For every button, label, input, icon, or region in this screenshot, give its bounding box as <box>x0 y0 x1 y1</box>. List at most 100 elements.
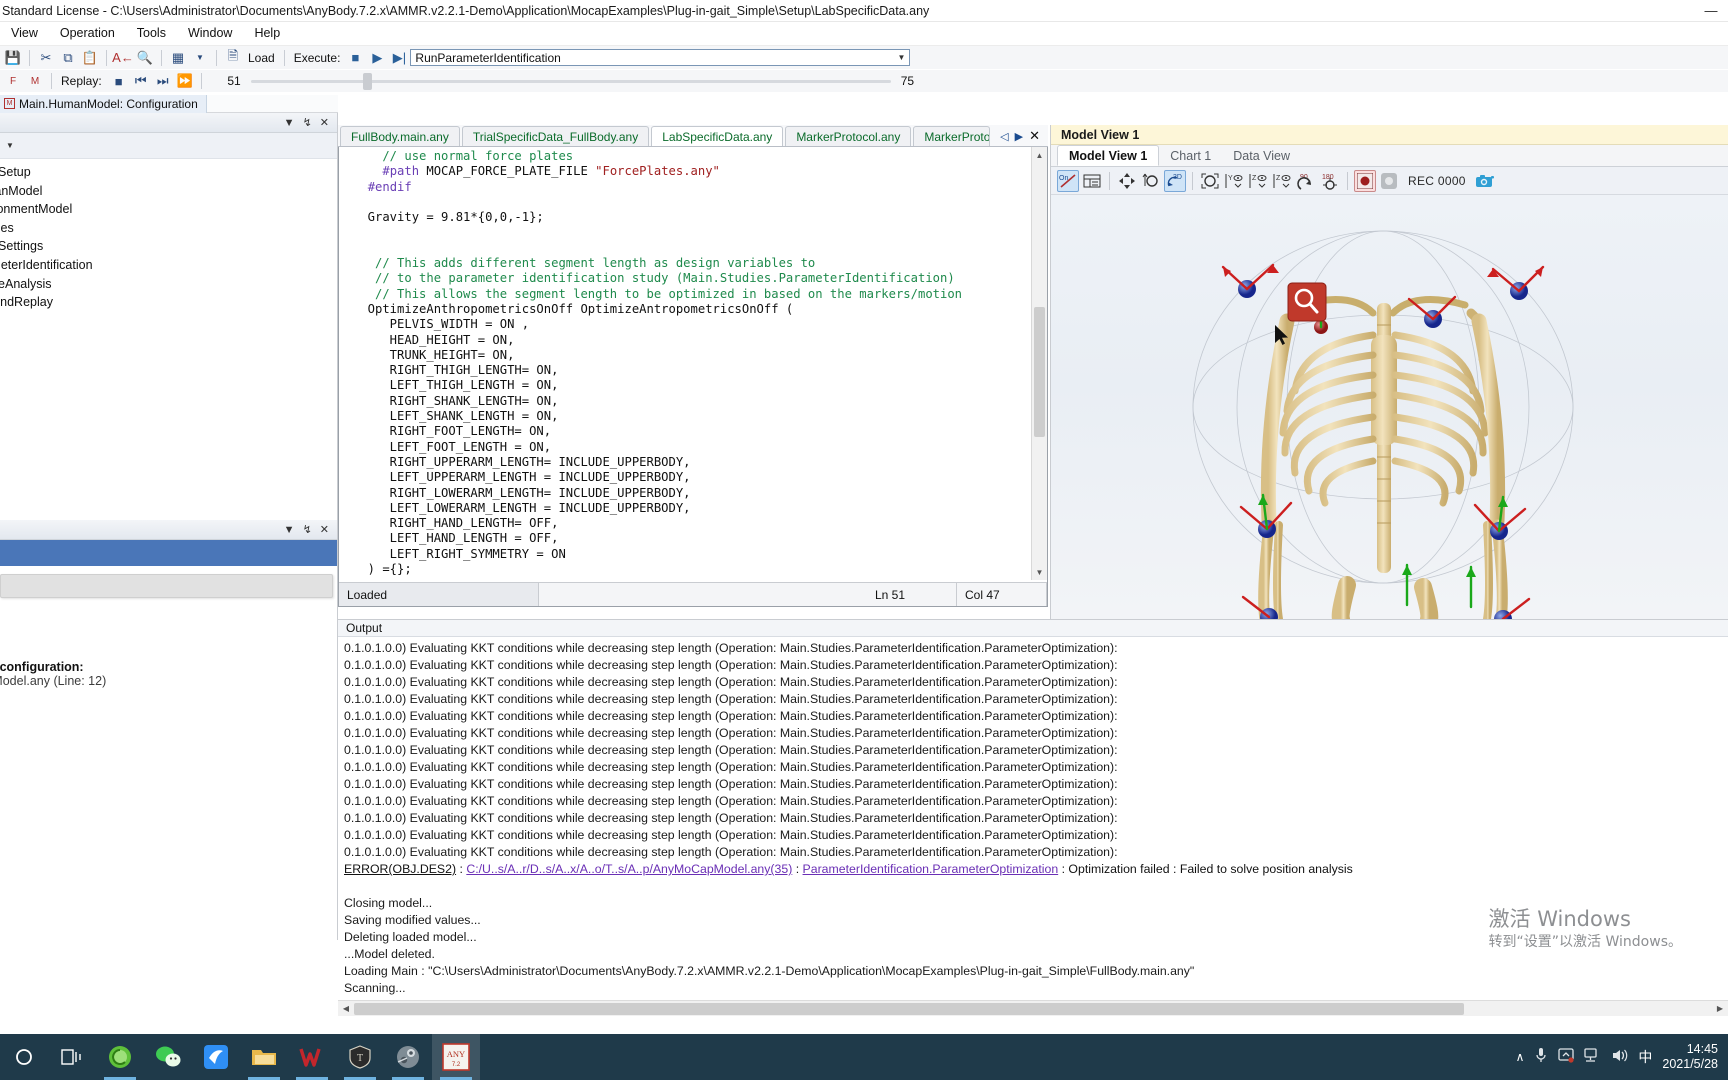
tab-prev-icon[interactable]: ◁ <box>1000 130 1008 143</box>
scroll-left-icon[interactable]: ◀ <box>338 1004 354 1013</box>
step-execute-icon[interactable]: ▶| <box>389 48 409 68</box>
tab-close-icon[interactable]: ✕ <box>1029 128 1040 144</box>
tab-next-icon[interactable]: ▶ <box>1015 130 1023 143</box>
load-button[interactable]: Load <box>244 51 279 65</box>
tab-data-view[interactable]: Data View <box>1222 145 1301 166</box>
message-search-input[interactable] <box>0 574 333 598</box>
rotate-3d-icon[interactable]: 3D <box>1164 169 1186 192</box>
volume-icon[interactable] <box>1611 1048 1628 1066</box>
replay-slider[interactable] <box>250 72 891 90</box>
zoom-select-icon[interactable] <box>1140 170 1162 192</box>
tree-dropdown-icon[interactable]: ▼ <box>6 141 14 150</box>
output-log[interactable]: 0.1.0.1.0.0) Evaluating KKT conditions w… <box>338 637 1728 1000</box>
scroll-down-icon[interactable]: ▼ <box>1032 564 1047 580</box>
tree-item-load-and-replay[interactable]: LoadAndReplay <box>0 295 337 314</box>
execute-operation-combobox[interactable]: RunParameterIdentification ▼ <box>410 49 911 66</box>
minimize-button[interactable]: — <box>1694 0 1728 22</box>
network-icon[interactable] <box>1584 1048 1601 1066</box>
scrollbar-thumb[interactable] <box>1034 307 1045 437</box>
tray-chevron-icon[interactable]: ∧ <box>1516 1050 1525 1064</box>
replay-prev-icon[interactable]: ⏮ <box>131 71 151 91</box>
output-error-line[interactable]: ERROR(OBJ.DES2) : C:/U..s/A..r/D..s/A..x… <box>344 861 1728 878</box>
editor-tab-marker-protocol[interactable]: MarkerProtocol.any <box>785 126 912 146</box>
run-execute-icon[interactable]: ▶ <box>367 48 387 68</box>
menu-item-view[interactable]: View <box>0 24 49 42</box>
copy-icon[interactable]: ⧉ <box>58 48 78 68</box>
start-cortana-icon[interactable] <box>0 1034 48 1080</box>
message-selected-row[interactable] <box>0 540 337 566</box>
source-code[interactable]: // use normal force plates #path MOCAP_F… <box>353 149 1031 577</box>
dove-app-icon[interactable] <box>192 1034 240 1080</box>
view-y-axis-icon[interactable]: Y <box>1223 170 1245 192</box>
camera-icon[interactable] <box>1474 170 1496 192</box>
properties-list-icon[interactable] <box>1081 170 1103 192</box>
code-area[interactable]: // use normal force plates #path MOCAP_F… <box>338 147 1048 607</box>
scrollbar-thumb[interactable] <box>354 1002 1464 1015</box>
collapse-icon[interactable]: ▼ <box>284 117 295 129</box>
force-display-icon[interactable]: F <box>3 71 23 91</box>
tree-item-model-setup[interactable]: ModelSetup <box>0 165 337 184</box>
wechat-icon[interactable] <box>144 1034 192 1080</box>
cut-icon[interactable]: ✂ <box>36 48 56 68</box>
screen-share-icon[interactable] <box>1558 1048 1575 1066</box>
browser-360-icon[interactable] <box>96 1034 144 1080</box>
pan-move-icon[interactable] <box>1116 170 1138 192</box>
pin-icon[interactable]: ↯ <box>303 116 312 129</box>
replay-play-icon[interactable]: ⏭ <box>153 71 173 91</box>
output-horizontal-scrollbar[interactable]: ◀ ▶ <box>338 1000 1728 1016</box>
muscle-display-icon[interactable]: M <box>25 71 45 91</box>
view-z2-axis-icon[interactable]: Z <box>1271 170 1293 192</box>
record-icon[interactable] <box>1354 169 1376 192</box>
zoom-window-icon[interactable] <box>1199 170 1221 192</box>
chevron-down-icon[interactable]: ▼ <box>897 53 905 62</box>
anybody-app-icon[interactable]: ANY 7.2 <box>432 1034 480 1080</box>
layout-dropdown-icon[interactable]: ▼ <box>190 48 210 68</box>
menu-item-operation[interactable]: Operation <box>49 24 126 42</box>
window-layout-icon[interactable]: ▦ <box>168 48 188 68</box>
rotate-180-icon[interactable]: 180 <box>1319 170 1341 192</box>
replay-next-icon[interactable]: ⏩ <box>175 71 195 91</box>
replay-stop-icon[interactable]: ■ <box>109 71 129 91</box>
tab-human-model-configuration[interactable]: M Main.HumanModel: Configuration <box>0 94 207 113</box>
file-explorer-icon[interactable] <box>240 1034 288 1080</box>
menu-item-tools[interactable]: Tools <box>126 24 177 42</box>
tree-item-parameter-identification[interactable]: ParameterIdentification <box>0 258 337 277</box>
scrollbar-track[interactable] <box>354 1001 1712 1017</box>
paste-icon[interactable]: 📋 <box>80 48 100 68</box>
view-z-axis-icon[interactable]: Z <box>1247 170 1269 192</box>
tree-item-studies[interactable]: Studies <box>0 221 337 240</box>
rotate-90-icon[interactable]: 90 <box>1295 170 1317 192</box>
tree-item-environment-model[interactable]: EnvironmentModel <box>0 202 337 221</box>
editor-tab-marker-protocol-2[interactable]: MarkerProtocol.any <box>913 126 991 146</box>
menu-item-window[interactable]: Window <box>177 24 243 42</box>
save-icon[interactable]: 💾 <box>3 48 23 68</box>
collapse-icon[interactable]: ▼ <box>284 524 295 536</box>
menu-item-help[interactable]: Help <box>243 24 291 42</box>
microphone-icon[interactable] <box>1534 1047 1548 1067</box>
stop-execute-icon[interactable]: ■ <box>345 48 365 68</box>
taskbar-clock[interactable]: 14:45 2021/5/28 <box>1662 1042 1718 1072</box>
find-icon[interactable]: A← <box>112 48 134 68</box>
wps-office-icon[interactable] <box>288 1034 336 1080</box>
close-icon[interactable]: ✕ <box>320 116 329 129</box>
ime-indicator[interactable]: 中 <box>1638 1047 1652 1067</box>
close-icon[interactable]: ✕ <box>320 523 329 536</box>
scroll-right-icon[interactable]: ▶ <box>1712 1004 1728 1013</box>
tree-item-model-settings[interactable]: ModelSettings <box>0 239 337 258</box>
tab-model-view-1[interactable]: Model View 1 <box>1057 145 1160 166</box>
scroll-up-icon[interactable]: ▲ <box>1032 147 1047 163</box>
world-of-tanks-icon[interactable]: T <box>336 1034 384 1080</box>
tab-chart-1[interactable]: Chart 1 <box>1159 145 1222 166</box>
model-view-3d-canvas[interactable] <box>1051 195 1728 619</box>
search-icon[interactable]: 🔍 <box>135 48 155 68</box>
code-vertical-scrollbar[interactable]: ▲ ▼ <box>1031 147 1047 580</box>
tree-item-inverse-analysis[interactable]: InverseAnalysis <box>0 277 337 296</box>
tree-item-human-model[interactable]: HumanModel <box>0 184 337 203</box>
stop-record-icon[interactable] <box>1378 170 1400 192</box>
editor-tab-fullbody-main[interactable]: FullBody.main.any <box>340 126 460 146</box>
load-model-icon[interactable]: 🗎 <box>223 48 243 68</box>
task-view-icon[interactable] <box>48 1034 96 1080</box>
on-off-toggle-icon[interactable]: On <box>1057 169 1079 192</box>
editor-tab-lab-specific-data[interactable]: LabSpecificData.any <box>651 126 784 146</box>
replay-slider-thumb[interactable] <box>362 72 372 90</box>
